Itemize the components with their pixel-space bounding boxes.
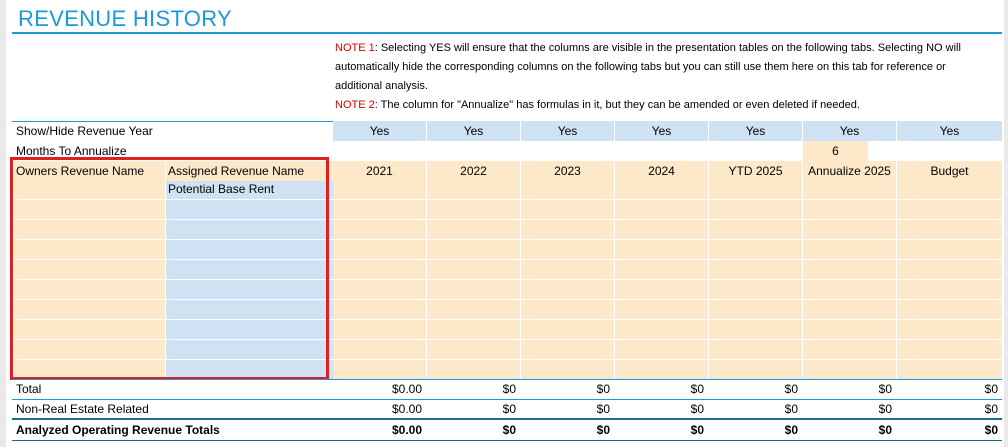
total-budget: $0	[984, 382, 998, 396]
non-re-annualize-2025: $0	[878, 402, 892, 416]
note1-text: : Selecting YES will ensure that the col…	[335, 42, 961, 92]
total-2022: $0	[502, 382, 516, 396]
show-hide-label: Show/Hide Revenue Year	[16, 124, 153, 138]
non-re-2024: $0	[690, 402, 704, 416]
show-hide-ytd-2025[interactable]: Yes	[709, 121, 802, 141]
note2-label: NOTE 2	[335, 99, 375, 111]
row-divider	[12, 440, 1002, 441]
non-re-2023: $0	[596, 402, 610, 416]
months-to-annualize-input[interactable]: 6	[803, 141, 868, 161]
total-2021: $0.00	[391, 382, 422, 396]
note2-text: : The column for "Annualize" has formula…	[374, 99, 860, 111]
analyzed-2021: $0.00	[391, 423, 422, 437]
highlight-box	[10, 157, 329, 380]
analyzed-totals-label: Analyzed Operating Revenue Totals	[16, 423, 220, 437]
col-header-2024: 2024	[615, 161, 708, 181]
revenue-values-grid[interactable]	[333, 181, 1002, 379]
non-re-2022: $0	[502, 402, 516, 416]
grid-line	[426, 121, 427, 379]
show-hide-2021[interactable]: Yes	[333, 121, 426, 141]
show-hide-2024[interactable]: Yes	[615, 121, 708, 141]
total-ytd-2025: $0	[784, 382, 798, 396]
total-2023: $0	[596, 382, 610, 396]
left-frame	[0, 0, 6, 447]
show-hide-2023[interactable]: Yes	[521, 121, 614, 141]
show-hide-annualize-2025[interactable]: Yes	[803, 121, 896, 141]
col-header-ytd-2025: YTD 2025	[709, 161, 802, 181]
analyzed-annualize-2025: $0	[878, 423, 892, 437]
non-re-budget: $0	[984, 402, 998, 416]
title-underline	[12, 32, 1002, 34]
analyzed-2022: $0	[502, 423, 516, 437]
show-hide-2022[interactable]: Yes	[427, 121, 520, 141]
col-header-budget: Budget	[897, 161, 1002, 181]
page-title: REVENUE HISTORY	[18, 6, 232, 31]
spreadsheet: REVENUE HISTORY NOTE 1: Selecting YES wi…	[0, 0, 1008, 447]
grid-line	[520, 121, 521, 379]
col-header-annualize-2025: Annualize 2025	[803, 161, 896, 181]
non-re-2021: $0.00	[391, 402, 422, 416]
analyzed-ytd-2025: $0	[784, 423, 798, 437]
col-header-2022: 2022	[427, 161, 520, 181]
col-header-2021: 2021	[333, 161, 426, 181]
grid-line	[708, 121, 709, 379]
total-label: Total	[16, 382, 42, 396]
non-real-estate-label: Non-Real Estate Related	[16, 402, 149, 416]
non-re-ytd-2025: $0	[784, 402, 798, 416]
grid-line	[896, 121, 897, 379]
vertical-scrollbar[interactable]	[1004, 0, 1008, 447]
notes-block: NOTE 1: Selecting YES will ensure that t…	[335, 39, 995, 115]
analyzed-2023: $0	[596, 423, 610, 437]
total-2024: $0	[690, 382, 704, 396]
analyzed-2024: $0	[690, 423, 704, 437]
grid-line	[614, 121, 615, 379]
grid-line	[802, 121, 803, 379]
total-annualize-2025: $0	[878, 382, 892, 396]
col-header-2023: 2023	[521, 161, 614, 181]
show-hide-budget[interactable]: Yes	[897, 121, 1002, 141]
analyzed-budget: $0	[984, 423, 998, 437]
note1-label: NOTE 1	[335, 42, 375, 54]
